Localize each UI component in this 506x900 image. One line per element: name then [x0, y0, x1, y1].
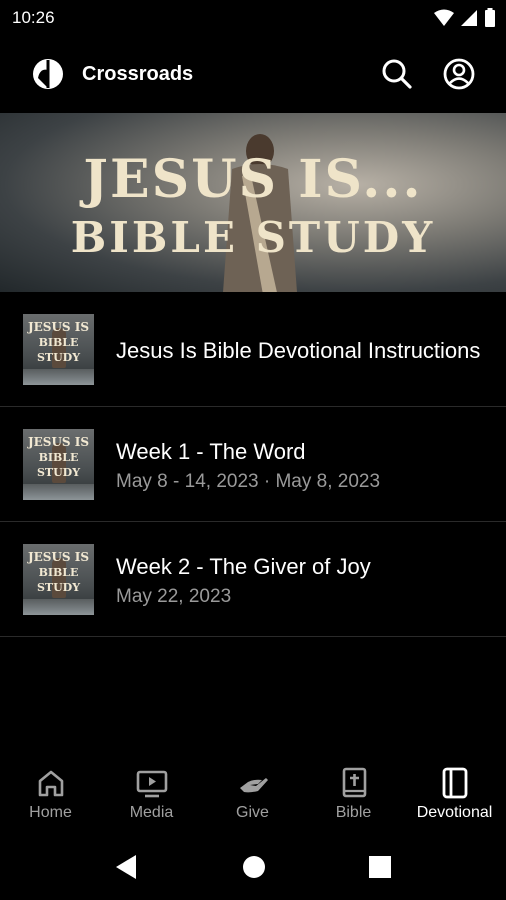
- thumb-text: STUDY: [36, 351, 81, 364]
- app-bar: Crossroads: [0, 36, 506, 112]
- thumb-water: [23, 484, 94, 500]
- home-circle-icon[interactable]: [242, 855, 266, 879]
- item-thumbnail: JESUS IS BIBLE STUDY: [23, 544, 94, 615]
- home-icon: [38, 770, 64, 797]
- hero-title-line2: BIBLE STUDY: [70, 213, 436, 262]
- nav-label: Give: [236, 804, 269, 821]
- give-icon: [240, 778, 268, 793]
- crossroads-logo-icon[interactable]: [32, 58, 64, 90]
- status-bar: 10:26: [0, 0, 506, 36]
- thumb-water: [23, 369, 94, 385]
- system-nav-bar: [0, 840, 506, 900]
- item-title: Jesus Is Bible Devotional Instructions: [116, 338, 481, 363]
- item-title: Week 1 - The Word: [116, 439, 306, 464]
- nav-devotional[interactable]: Devotional: [404, 758, 505, 840]
- bottom-nav: Home Media Give Bible Devotional: [0, 758, 506, 840]
- account-icon[interactable]: [442, 57, 476, 91]
- thumb-text: BIBLE: [38, 566, 79, 579]
- hero-title-line1: JESUS IS...: [83, 149, 423, 210]
- nav-label: Bible: [335, 804, 372, 821]
- nav-bible[interactable]: Bible: [303, 758, 404, 840]
- thumb-text: STUDY: [36, 466, 81, 479]
- nav-label: Media: [129, 804, 174, 821]
- status-time: 10:26: [12, 8, 55, 27]
- devotional-icon: [442, 767, 468, 799]
- signal-icon: [461, 10, 477, 26]
- thumb-text: JESUS IS: [27, 320, 90, 334]
- list-item[interactable]: JESUS IS BIBLE STUDY Week 1 - The Word M…: [0, 407, 506, 522]
- devotional-list: JESUS IS BIBLE STUDY Jesus Is Bible Devo…: [0, 292, 506, 637]
- search-icon[interactable]: [380, 57, 414, 91]
- nav-home[interactable]: Home: [0, 758, 101, 840]
- list-item[interactable]: JESUS IS BIBLE STUDY Week 2 - The Giver …: [0, 522, 506, 637]
- app-title: Crossroads: [82, 63, 194, 85]
- nav-label: Home: [29, 804, 72, 821]
- list-item[interactable]: JESUS IS BIBLE STUDY Jesus Is Bible Devo…: [0, 292, 506, 407]
- thumb-text: BIBLE: [38, 451, 79, 464]
- item-title: Week 2 - The Giver of Joy: [116, 554, 371, 579]
- bible-icon: [342, 767, 367, 798]
- media-icon: [136, 770, 168, 798]
- nav-give[interactable]: Give: [202, 758, 303, 840]
- back-icon[interactable]: [114, 854, 138, 880]
- thumb-water: [23, 599, 94, 615]
- item-thumbnail: JESUS IS BIBLE STUDY: [23, 429, 94, 500]
- nav-label: Devotional: [416, 804, 493, 821]
- wifi-icon: [434, 9, 454, 26]
- item-thumbnail: JESUS IS BIBLE STUDY: [23, 314, 94, 385]
- thumb-text: JESUS IS: [27, 550, 90, 564]
- thumb-text: BIBLE: [38, 336, 79, 349]
- hero-banner[interactable]: JESUS IS... BIBLE STUDY: [0, 113, 506, 292]
- item-subtitle: May 22, 2023: [116, 586, 232, 607]
- item-subtitle: May 8 - 14, 2023 · May 8, 2023: [116, 471, 381, 492]
- thumb-text: STUDY: [36, 581, 81, 594]
- recents-icon[interactable]: [369, 856, 391, 878]
- nav-media[interactable]: Media: [101, 758, 202, 840]
- status-icons: [434, 8, 496, 28]
- thumb-text: JESUS IS: [27, 435, 90, 449]
- battery-icon: [485, 8, 495, 27]
